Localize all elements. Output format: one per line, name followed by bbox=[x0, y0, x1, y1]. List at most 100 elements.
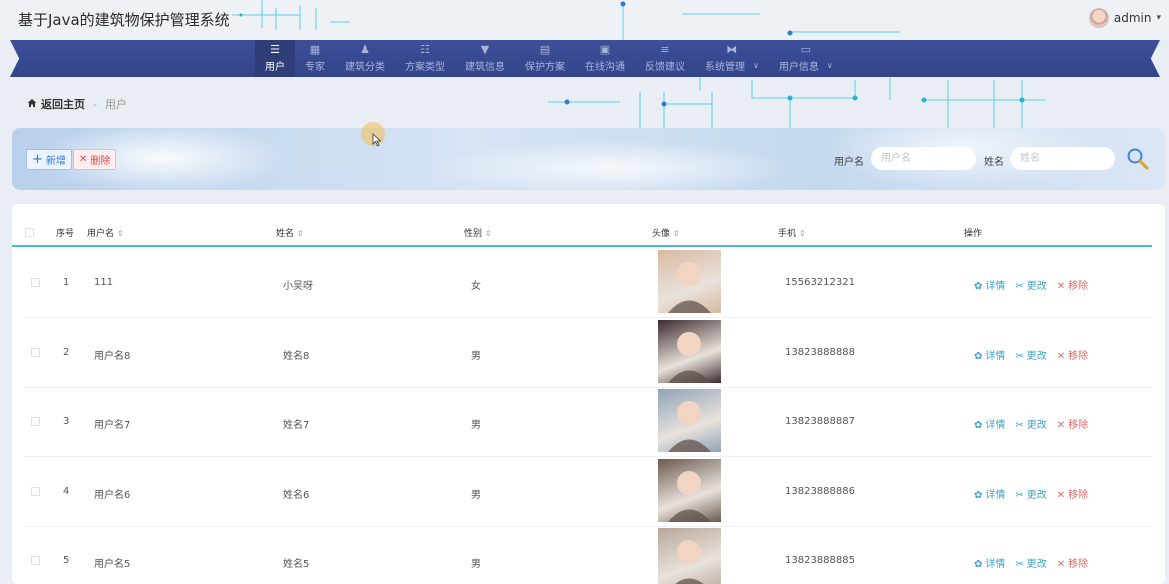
nav-item-1[interactable]: ▦ 专家 bbox=[295, 40, 335, 77]
nav-item-7[interactable]: ≡ 反馈建议 bbox=[635, 40, 695, 77]
remove-button[interactable]: ✕ 移除 bbox=[1057, 277, 1088, 292]
chevron-down-icon: ∨ bbox=[826, 61, 833, 70]
action-label: 移除 bbox=[1068, 559, 1089, 570]
nav-item-5[interactable]: ▤ 保护方案 bbox=[515, 40, 575, 77]
column-header-label: 序号 bbox=[56, 229, 75, 239]
cursor-icon bbox=[372, 133, 382, 147]
nav-item-3[interactable]: ☷ 方案类型 bbox=[395, 40, 455, 77]
row-checkbox[interactable] bbox=[31, 417, 40, 426]
row-name: 姓名8 bbox=[283, 350, 310, 362]
close-icon: ✕ bbox=[1056, 420, 1066, 431]
remove-button[interactable]: ✕ 移除 bbox=[1057, 486, 1088, 501]
remove-button[interactable]: ✕ 移除 bbox=[1057, 416, 1088, 431]
column-header-label: 用户名 bbox=[87, 229, 115, 239]
row-phone: 13823888888 bbox=[785, 346, 855, 358]
row-checkbox[interactable] bbox=[31, 556, 40, 565]
nav-item-2[interactable]: ♟ 建筑分类 bbox=[335, 40, 395, 77]
add-button[interactable]: + 新增 bbox=[26, 149, 72, 170]
name-search-label: 姓名 bbox=[984, 157, 1004, 168]
row-username: 用户名7 bbox=[94, 420, 131, 431]
add-button-label: 新增 bbox=[45, 156, 66, 167]
row-gender: 男 bbox=[471, 489, 481, 501]
row-index: 1 bbox=[63, 277, 70, 288]
nav-item-4[interactable]: ▼ 建筑信息 bbox=[455, 40, 515, 77]
name-search-input[interactable] bbox=[1010, 147, 1115, 170]
column-header[interactable]: 头像 ⇕ bbox=[652, 226, 680, 239]
nav-item-text: 建筑分类 bbox=[345, 62, 385, 73]
username-label: admin bbox=[1113, 11, 1152, 25]
view-details-button[interactable]: ✿ 详情 bbox=[974, 416, 1005, 431]
nav-item-0[interactable]: ☰ 用户 bbox=[255, 40, 295, 77]
view-details-button[interactable]: ✿ 详情 bbox=[974, 277, 1005, 292]
pin-icon: ▼ bbox=[480, 43, 490, 56]
action-label: 详情 bbox=[985, 489, 1006, 501]
edit-icon: ✂ bbox=[1015, 420, 1024, 431]
nav-item-8[interactable]: ⧓ 系统管理 ∨ bbox=[695, 40, 769, 77]
edit-button[interactable]: ✂ 更改 bbox=[1015, 277, 1046, 292]
eye-icon: ✿ bbox=[974, 489, 983, 501]
column-header: 序号 bbox=[56, 226, 74, 239]
edit-button[interactable]: ✂ 更改 bbox=[1015, 486, 1046, 501]
action-label: 移除 bbox=[1068, 281, 1089, 292]
column-header[interactable]: 手机 ⇕ bbox=[778, 226, 806, 239]
nav-item-label: 在线沟通 bbox=[585, 58, 625, 73]
avatar-photo bbox=[658, 250, 721, 313]
nav-item-label: 专家 bbox=[305, 58, 325, 73]
edit-button[interactable]: ✂ 更改 bbox=[1015, 416, 1046, 431]
chevron-down-icon: ∨ bbox=[753, 61, 759, 70]
column-header[interactable]: 性别 ⇕ bbox=[464, 226, 492, 239]
sort-icon: ⇕ bbox=[485, 229, 492, 238]
list-icon: ☰ bbox=[270, 43, 280, 56]
row-index: 5 bbox=[63, 555, 70, 566]
column-header-label: 姓名 bbox=[276, 229, 295, 239]
sort-icon: ⇕ bbox=[673, 229, 680, 238]
nav-item-text: 反馈建议 bbox=[645, 62, 685, 73]
action-label: 更改 bbox=[1026, 420, 1047, 431]
action-label: 详情 bbox=[985, 420, 1006, 431]
avatar-photo bbox=[658, 319, 721, 383]
column-header[interactable]: 姓名 ⇕ bbox=[276, 226, 304, 239]
nav-item-6[interactable]: ▣ 在线沟通 bbox=[575, 40, 635, 77]
nav-item-text: 用户 bbox=[265, 62, 285, 73]
select-all-checkbox[interactable] bbox=[25, 228, 34, 237]
nav-item-label: 用户 bbox=[265, 58, 285, 73]
row-name: 姓名5 bbox=[283, 559, 310, 570]
action-label: 详情 bbox=[985, 350, 1006, 362]
view-details-button[interactable]: ✿ 详情 bbox=[974, 347, 1005, 362]
row-index: 4 bbox=[63, 485, 70, 497]
user-menu[interactable]: admin ▾ bbox=[1088, 8, 1161, 28]
column-header-label: 头像 bbox=[652, 229, 671, 239]
close-icon: ✕ bbox=[1056, 489, 1066, 501]
edit-button[interactable]: ✂ 更改 bbox=[1015, 347, 1046, 362]
column-header[interactable]: 用户名 ⇕ bbox=[87, 226, 124, 239]
edit-button[interactable]: ✂ 更改 bbox=[1015, 555, 1046, 570]
view-details-button[interactable]: ✿ 详情 bbox=[974, 555, 1005, 570]
username-search-label: 用户名 bbox=[834, 157, 864, 168]
edit-icon: ✂ bbox=[1015, 489, 1024, 501]
username-search-input[interactable] bbox=[871, 147, 976, 170]
delete-button[interactable]: ✕ 删除 bbox=[73, 149, 117, 170]
breadcrumb-home-link[interactable]: 返回主页 bbox=[41, 96, 85, 112]
nav-item-text: 方案类型 bbox=[405, 62, 445, 73]
column-header-label: 手机 bbox=[778, 229, 797, 239]
row-username: 用户名5 bbox=[94, 559, 131, 570]
edit-icon: ✂ bbox=[1015, 350, 1024, 362]
search-button[interactable] bbox=[1126, 147, 1150, 171]
remove-button[interactable]: ✕ 移除 bbox=[1057, 347, 1088, 362]
row-name: 姓名7 bbox=[283, 420, 310, 431]
eye-icon: ✿ bbox=[974, 350, 983, 362]
clipboard-icon: ▤ bbox=[539, 43, 551, 56]
main-nav: ☰ 用户 ▦ 专家 ♟ 建筑分类 ☷ 方案类型 ▼ 建筑信息 ▤ 保护方案 ▣ 在线沟通 ≡ 反馈建议 ⧓ 系统管… bbox=[255, 40, 843, 77]
row-checkbox[interactable] bbox=[31, 347, 40, 357]
remove-button[interactable]: ✕ 移除 bbox=[1057, 555, 1088, 570]
view-details-button[interactable]: ✿ 详情 bbox=[974, 486, 1005, 501]
breadcrumb: 返回主页 - 用户 bbox=[27, 96, 127, 112]
close-icon: ✕ bbox=[1056, 281, 1066, 292]
nav-item-9[interactable]: ▭ 用户信息 ∨ bbox=[769, 40, 843, 77]
action-label: 详情 bbox=[985, 281, 1006, 292]
row-checkbox[interactable] bbox=[31, 486, 40, 496]
nav-item-label: 方案类型 bbox=[405, 58, 445, 73]
row-checkbox[interactable] bbox=[31, 278, 40, 287]
nav-item-label: 保护方案 bbox=[525, 58, 565, 73]
nav-item-text: 系统管理 bbox=[705, 62, 745, 73]
